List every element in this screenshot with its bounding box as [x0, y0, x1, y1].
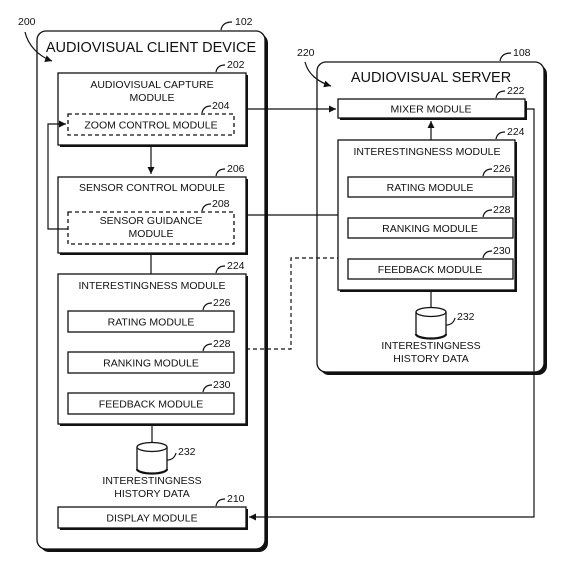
- svg-text:202: 202: [227, 59, 245, 71]
- server-ref: 108: [499, 47, 531, 62]
- svg-text:228: 228: [213, 338, 231, 350]
- svg-text:226: 226: [213, 297, 231, 309]
- server-history-label-line1: INTERESTINGNESS: [381, 340, 480, 352]
- svg-text:MODULE: MODULE: [129, 228, 174, 240]
- zoom-control-module: ZOOM CONTROL MODULE: [67, 113, 235, 136]
- display-module: DISPLAY MODULE: [57, 506, 248, 530]
- client-device-ref: 102: [220, 16, 253, 31]
- mixer-module: MIXER MODULE: [337, 98, 527, 120]
- server-history-label-line2: HISTORY DATA: [393, 353, 468, 365]
- svg-text:ZOOM CONTROL MODULE: ZOOM CONTROL MODULE: [84, 120, 217, 132]
- svg-text:226: 226: [493, 163, 511, 175]
- svg-text:FEEDBACK MODULE: FEEDBACK MODULE: [378, 264, 482, 276]
- svg-text:224: 224: [227, 260, 245, 272]
- svg-text:206: 206: [227, 163, 245, 175]
- svg-text:SENSOR CONTROL MODULE: SENSOR CONTROL MODULE: [79, 182, 225, 194]
- svg-text:230: 230: [493, 245, 511, 257]
- svg-text:200: 200: [18, 16, 36, 28]
- svg-text:108: 108: [513, 47, 531, 59]
- svg-text:FEEDBACK MODULE: FEEDBACK MODULE: [99, 399, 203, 411]
- svg-text:210: 210: [227, 493, 245, 505]
- svg-text:208: 208: [212, 198, 230, 210]
- client-history-data-cylinder-icon: [135, 441, 169, 475]
- client-ranking-module: RANKING MODULE: [67, 351, 235, 374]
- patent-diagram: AUDIOVISUAL CLIENT DEVICE 102 200 AUDIOV…: [18, 16, 547, 552]
- svg-text:232: 232: [457, 311, 475, 323]
- svg-text:222: 222: [507, 85, 525, 97]
- svg-text:RATING MODULE: RATING MODULE: [108, 317, 195, 329]
- client-history-label-line2: HISTORY DATA: [114, 488, 189, 500]
- svg-text:SENSOR GUIDANCE: SENSOR GUIDANCE: [100, 215, 203, 227]
- svg-text:224: 224: [507, 126, 525, 138]
- sensor-guidance-module: SENSOR GUIDANCE MODULE: [67, 211, 235, 245]
- client-feedback-module: FEEDBACK MODULE: [67, 392, 235, 415]
- svg-text:230: 230: [213, 379, 231, 391]
- client-rating-module: RATING MODULE: [67, 310, 235, 333]
- svg-text:RATING MODULE: RATING MODULE: [387, 182, 474, 194]
- client-history-label-line1: INTERESTINGNESS: [102, 475, 201, 487]
- svg-text:232: 232: [178, 446, 196, 458]
- svg-text:INTERESTINGNESS MODULE: INTERESTINGNESS MODULE: [353, 146, 500, 158]
- svg-text:102: 102: [235, 16, 253, 28]
- server-ranking-module: RANKING MODULE: [347, 217, 514, 239]
- server-title: AUDIOVISUAL SERVER: [351, 70, 511, 86]
- server-feedback-module: FEEDBACK MODULE: [347, 258, 514, 280]
- svg-text:MIXER MODULE: MIXER MODULE: [390, 104, 471, 116]
- svg-text:RANKING MODULE: RANKING MODULE: [103, 358, 199, 370]
- svg-text:RANKING MODULE: RANKING MODULE: [382, 223, 478, 235]
- svg-text:DISPLAY MODULE: DISPLAY MODULE: [106, 513, 197, 525]
- svg-text:204: 204: [212, 100, 230, 112]
- svg-text:MODULE: MODULE: [130, 92, 175, 104]
- svg-text:AUDIOVISUAL CAPTURE: AUDIOVISUAL CAPTURE: [90, 79, 213, 91]
- svg-text:228: 228: [493, 204, 511, 216]
- svg-text:220: 220: [297, 47, 315, 59]
- server-rating-module: RATING MODULE: [347, 176, 514, 198]
- client-device-title: AUDIOVISUAL CLIENT DEVICE: [46, 40, 257, 56]
- server-history-data-cylinder-icon: [414, 306, 448, 340]
- svg-text:INTERESTINGNESS MODULE: INTERESTINGNESS MODULE: [78, 280, 225, 292]
